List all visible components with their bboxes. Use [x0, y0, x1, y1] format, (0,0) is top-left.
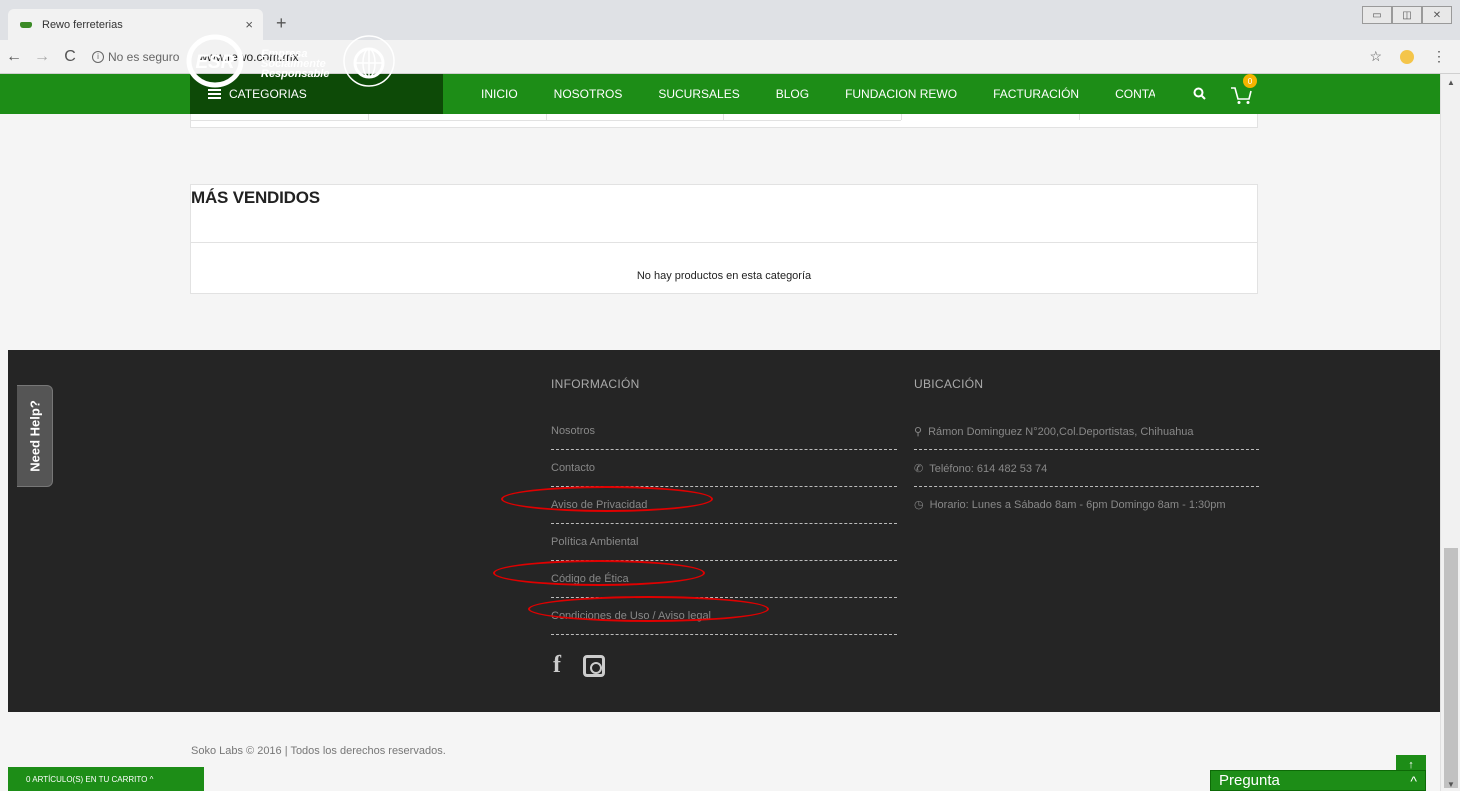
need-help-tab[interactable]: Need Help?: [17, 385, 53, 487]
nav-link-contacto[interactable]: CONTA: [1115, 87, 1155, 101]
back-arrow-icon[interactable]: ←: [0, 48, 28, 66]
clock-icon: ◷: [914, 499, 924, 511]
nav-link-fundacion[interactable]: FUNDACION REWO: [845, 87, 957, 101]
svg-text:ESR: ESR: [195, 52, 234, 73]
phone-text: Teléfono: 614 482 53 74: [929, 463, 1048, 475]
phone-row: ✆ Teléfono: 614 482 53 74: [914, 450, 1259, 487]
security-label: No es seguro: [108, 49, 180, 64]
phone-icon: ✆: [914, 463, 924, 475]
esr-logo: ESR Empresa Socialmente Responsable: [186, 34, 395, 88]
need-help-label: Need Help?: [27, 400, 42, 472]
nav-link-nosotros[interactable]: NOSOTROS: [554, 87, 623, 101]
maximize-button[interactable]: ◫: [1392, 6, 1422, 24]
search-icon[interactable]: [1193, 87, 1206, 100]
no-products-message: No hay productos en esta categoría: [636, 270, 812, 282]
nav-link-blog[interactable]: BLOG: [776, 87, 809, 101]
best-sellers-section: MÁS VENDIDOS No hay productos en esta ca…: [190, 184, 1258, 294]
location-title: UBICACIÓN: [914, 377, 984, 391]
social-links: f: [553, 652, 605, 679]
browser-menu-icon[interactable]: ⋮: [1432, 48, 1446, 65]
map-pin-icon: ⚲: [914, 426, 923, 438]
nav-link-facturacion[interactable]: FACTURACIÓN: [993, 87, 1079, 101]
footer-info-column: INFORMACIÓN Nosotros Contacto Aviso de P…: [551, 377, 897, 635]
page-scrollbar[interactable]: ▲ ▼: [1440, 74, 1460, 791]
footer-link-aviso-privacidad[interactable]: Aviso de Privacidad: [551, 487, 897, 524]
footer-link-condiciones-uso[interactable]: Condiciones de Uso / Aviso legal: [551, 598, 897, 635]
scrollbar-thumb[interactable]: [1444, 548, 1458, 788]
profile-emoji-icon[interactable]: [1400, 49, 1414, 64]
address-row: ⚲ Rámon Dominguez N°200,Col.Deportistas, …: [914, 413, 1259, 450]
nav-link-sucursales[interactable]: SUCURSALES: [658, 87, 739, 101]
chevron-up-icon[interactable]: ^: [1410, 773, 1417, 789]
scroll-up-icon[interactable]: ▲: [1447, 78, 1455, 87]
instagram-icon[interactable]: [583, 654, 605, 677]
info-title: INFORMACIÓN: [551, 377, 640, 391]
reload-icon[interactable]: C: [56, 48, 84, 66]
cart-count-badge: 0: [1243, 74, 1257, 88]
footer-link-nosotros[interactable]: Nosotros: [551, 413, 897, 450]
footer-link-politica-ambiental[interactable]: Política Ambiental: [551, 524, 897, 561]
minimize-button[interactable]: ▭: [1362, 6, 1392, 24]
svg-text:Responsable: Responsable: [261, 68, 329, 80]
facebook-icon[interactable]: f: [553, 652, 561, 679]
bookmark-star-icon[interactable]: ☆: [1369, 48, 1382, 65]
best-sellers-title: MÁS VENDIDOS: [191, 188, 320, 207]
footer-link-contacto[interactable]: Contacto: [551, 450, 897, 487]
info-icon[interactable]: i: [92, 50, 104, 63]
scroll-down-icon[interactable]: ▼: [1447, 780, 1455, 789]
product-table-bottom: [190, 114, 1258, 128]
site-favicon-icon: [18, 20, 34, 30]
chat-label: Pregunta: [1219, 772, 1280, 789]
tab-title: Rewo ferreterias: [42, 18, 123, 31]
hours-text: Horario: Lunes a Sábado 8am - 6pm Doming…: [929, 499, 1226, 511]
hours-row: ◷ Horario: Lunes a Sábado 8am - 6pm Domin…: [914, 487, 1259, 514]
cart-summary-bar[interactable]: 0 ARTÍCULO(S) EN TU CARRITO ^: [8, 767, 204, 791]
close-window-button[interactable]: ✕: [1422, 6, 1452, 24]
address-text: Rámon Dominguez N°200,Col.Deportistas, C…: [928, 426, 1194, 438]
forward-arrow-icon[interactable]: →: [28, 48, 56, 66]
footer-link-codigo-etica[interactable]: Código de Ética: [551, 561, 897, 598]
nav-link-inicio[interactable]: INICIO: [481, 87, 518, 101]
footer-location-column: UBICACIÓN ⚲ Rámon Dominguez N°200,Col.Dep…: [914, 377, 1259, 514]
copyright-text: Soko Labs © 2016 | Todos los derechos re…: [191, 745, 446, 757]
chat-widget[interactable]: Pregunta ^: [1210, 770, 1426, 791]
window-controls: ▭ ◫ ✕: [1362, 6, 1452, 24]
